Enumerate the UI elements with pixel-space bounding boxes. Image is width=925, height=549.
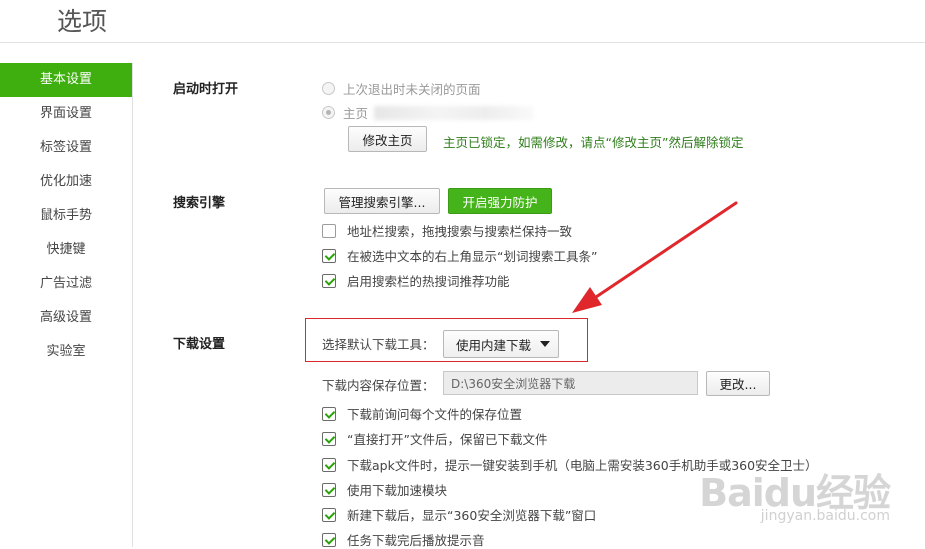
- watermark-url: jingyan.baidu.com: [760, 508, 890, 524]
